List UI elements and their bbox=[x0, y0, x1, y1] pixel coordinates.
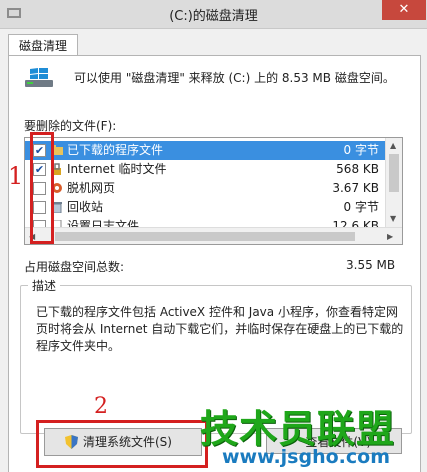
close-icon: ✕ bbox=[398, 2, 410, 17]
scroll-right-icon[interactable]: ▶ bbox=[387, 232, 393, 241]
annotation-box-1 bbox=[30, 132, 54, 244]
list-item[interactable]: ✔ Internet 临时文件 568 KB bbox=[25, 160, 385, 179]
file-name: 脱机网页 bbox=[67, 181, 116, 195]
file-size: 0 字节 bbox=[343, 200, 379, 214]
description-text: 已下载的程序文件包括 ActiveX 控件和 Java 小程序，你查看特定网页时… bbox=[36, 305, 404, 353]
file-size: 568 KB bbox=[336, 162, 379, 176]
file-name: 回收站 bbox=[67, 200, 104, 214]
total-space-label: 占用磁盘空间总数: bbox=[24, 260, 125, 274]
free-space-info: 可以使用 "磁盘清理" 来释放 (C:) 上的 8.53 MB 磁盘空间。 bbox=[74, 71, 395, 85]
horizontal-scrollbar[interactable]: ◀ ▶ bbox=[25, 227, 402, 244]
description-legend: 描述 bbox=[28, 277, 61, 294]
scroll-down-icon[interactable]: ▼ bbox=[390, 214, 396, 223]
annotation-number-1: 1 bbox=[8, 162, 24, 190]
list-item[interactable]: 脱机网页 3.67 KB bbox=[25, 179, 385, 198]
annotation-box-2 bbox=[36, 420, 208, 468]
tab-disk-cleanup[interactable]: 磁盘清理 bbox=[8, 34, 78, 57]
file-name: 已下载的程序文件 bbox=[67, 143, 164, 157]
vertical-scrollbar[interactable]: ▲ ▼ bbox=[385, 138, 402, 227]
watermark-logo-text: 技术员联盟 bbox=[200, 407, 396, 451]
tab-strip: 磁盘清理 bbox=[0, 28, 427, 57]
total-space-value: 3.55 MB bbox=[346, 258, 396, 272]
horizontal-scroll-thumb[interactable] bbox=[55, 232, 355, 241]
disk-cleanup-window: (C:)的磁盘清理 ✕ 磁盘清理 可以使用 "磁盘清理" 来释放 (C:) 上的… bbox=[0, 0, 427, 472]
file-size: 3.67 KB bbox=[332, 181, 379, 195]
windows-drive-icon bbox=[25, 68, 53, 87]
file-name: Internet 临时文件 bbox=[67, 162, 167, 176]
list-item[interactable]: 回收站 0 字节 bbox=[25, 198, 385, 217]
scroll-up-icon[interactable]: ▲ bbox=[390, 141, 396, 150]
vertical-scroll-thumb[interactable] bbox=[389, 154, 399, 192]
title-bar[interactable]: (C:)的磁盘清理 ✕ bbox=[0, 0, 427, 29]
watermark-url: www.jsgho.com bbox=[222, 446, 390, 468]
annotation-number-2: 2 bbox=[94, 394, 108, 419]
close-button[interactable]: ✕ bbox=[382, 0, 426, 20]
window-title: (C:)的磁盘清理 bbox=[169, 9, 258, 24]
list-item[interactable]: ✔ 已下载的程序文件 0 字节 bbox=[25, 141, 385, 160]
files-list[interactable]: ✔ 已下载的程序文件 0 字节 ✔ Internet 临时文件 568 KB 脱… bbox=[24, 137, 403, 245]
file-size: 0 字节 bbox=[343, 143, 379, 157]
